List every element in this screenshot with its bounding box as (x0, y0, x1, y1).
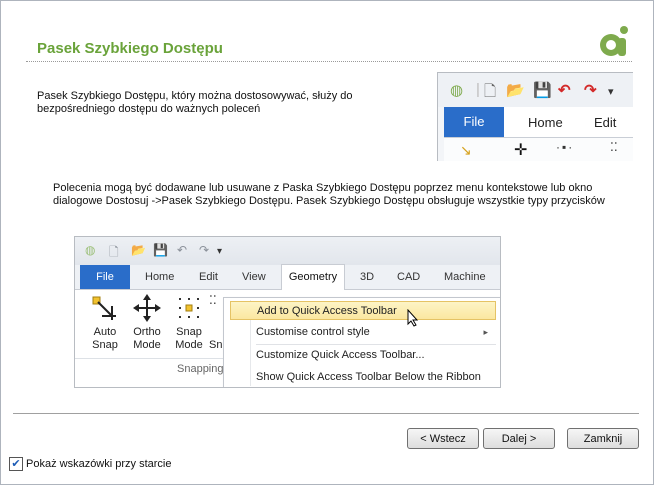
auto-snap-tool: Auto Snap (83, 294, 127, 352)
menu-item-label: Customise control style (256, 326, 370, 338)
undo-icon: ↶ (558, 82, 571, 99)
tab-edit: Edit (199, 271, 218, 283)
tab-3d: 3D (360, 271, 375, 283)
tab-file: File (80, 265, 130, 289)
tab-machine: Machine (444, 271, 486, 283)
context-menu-screenshot: ◍ 🗋 📂 💾 ↶ ↷ ▾ Home Edit View 3D CAD Mach… (74, 236, 501, 388)
new-file-icon: 🗋 (484, 83, 497, 100)
ribbon-panel: ↘ ✛ ·▪· ⁚⁚ (444, 137, 633, 161)
snap-mode-label-1: Snap (176, 326, 202, 338)
tab-cad: CAD (397, 271, 421, 283)
qat-screenshot: ◍ | 🗋 📂 💾 ↶ ↷ ▾ File Home Edit ↘ ✛ ·▪· ⁚… (437, 72, 633, 161)
menu-item-customize-qat: Customize Quick Access Toolbar... (256, 349, 425, 361)
open-folder-icon: 📂 (506, 82, 525, 99)
quick-access-toolbar: ◍ 🗋 📂 💾 ↶ ↷ ▾ (75, 237, 500, 265)
save-icon: 💾 (153, 243, 168, 257)
footer-divider (13, 413, 639, 414)
context-menu: Add to Quick Access Toolbar Customise co… (223, 297, 500, 387)
page-title: Pasek Szybkiego Dostępu (37, 40, 223, 57)
snap-mode-label-2: Mode (175, 339, 203, 351)
app-icon: ◍ (450, 82, 464, 99)
tab-home: Home (145, 271, 175, 283)
group-label-snapping: Snapping (177, 363, 224, 375)
menu-separator (256, 344, 496, 345)
submenu-arrow-icon: ▸ (483, 327, 488, 337)
menu-item-customise-control-style: Customise control style ▸ (230, 323, 496, 342)
menu-item-add-to-qat: Add to Quick Access Toolbar (230, 301, 496, 320)
ribbon-tabs: File Home Edit (444, 107, 633, 137)
snap-mode-icon (174, 294, 204, 322)
menu-item-show-below-ribbon: Show Quick Access Toolbar Below the Ribb… (256, 371, 481, 383)
checkmark-icon: ✔ (11, 458, 21, 470)
auto-snap-label-2: Snap (92, 339, 118, 351)
app-icon: ◍ (85, 243, 96, 257)
ortho-mode-label-1: Ortho (133, 326, 161, 338)
separator-icon: | (476, 81, 480, 98)
new-file-icon: 🗋 (109, 245, 119, 259)
snap-mode-tool: Snap Mode (167, 294, 211, 352)
qat-dropdown-icon: ▾ (608, 86, 614, 98)
app-logo-icon (600, 26, 628, 56)
tab-home: Home (528, 115, 563, 130)
ortho-mode-tool: Ortho Mode (125, 294, 169, 352)
startup-checkbox[interactable]: ✔ (9, 457, 23, 471)
auto-snap-icon (90, 294, 120, 322)
quick-access-toolbar: ◍ | 🗋 📂 💾 ↶ ↷ ▾ (438, 73, 633, 107)
redo-icon: ↷ (199, 243, 210, 257)
snap-grid-icon: ⁚⁚ (610, 140, 618, 154)
undo-icon: ↶ (177, 243, 188, 257)
next-button[interactable]: Dalej > (483, 428, 555, 449)
description-text: Polecenia mogą być dodawane lub usuwane … (53, 182, 605, 207)
auto-snap-icon: ↘ (460, 142, 472, 158)
qat-dropdown-icon: ▾ (217, 246, 223, 257)
tab-file: File (444, 107, 504, 137)
ortho-mode-icon: ✛ (514, 142, 528, 159)
snap-mode-icon: ·▪· (556, 140, 575, 154)
tab-view: View (242, 271, 266, 283)
ortho-mode-label-2: Mode (133, 339, 161, 351)
auto-snap-label-1: Auto (93, 326, 117, 338)
group-divider (75, 358, 225, 359)
open-folder-icon: 📂 (131, 243, 146, 257)
close-button[interactable]: Zamknij (567, 428, 639, 449)
back-button[interactable]: < Wstecz (407, 428, 479, 449)
tab-edit: Edit (594, 115, 617, 130)
intro-text: Pasek Szybkiego Dostępu, który można dos… (37, 90, 353, 115)
startup-checkbox-label[interactable]: Pokaż wskazówki przy starcie (26, 458, 172, 470)
save-icon: 💾 (533, 82, 552, 99)
redo-icon: ↷ (584, 82, 597, 99)
mouse-cursor-icon (407, 308, 419, 330)
tab-geometry: Geometry (281, 264, 345, 290)
title-divider (26, 61, 632, 62)
ortho-mode-icon (132, 294, 162, 322)
